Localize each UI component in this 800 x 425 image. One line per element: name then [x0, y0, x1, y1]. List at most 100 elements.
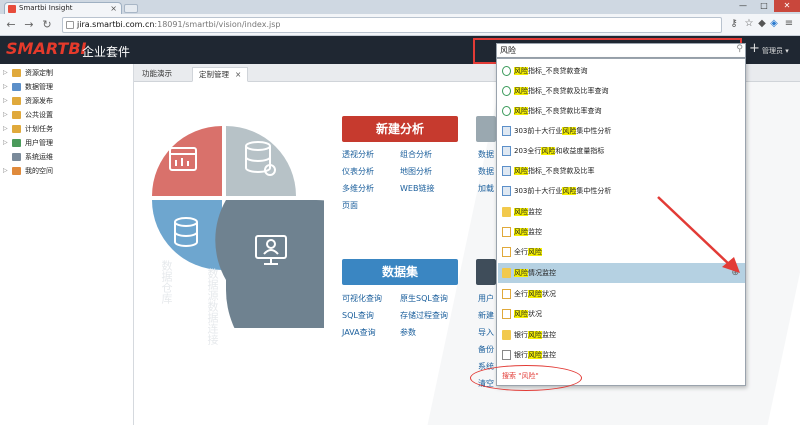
result-label: 风险状况	[514, 310, 542, 318]
link-col3-e[interactable]: 新建	[478, 310, 494, 321]
result-item[interactable]: 风险指标_不良贷款及比率	[498, 161, 745, 181]
tab-label: 定制管理	[199, 70, 229, 79]
link-col3-a[interactable]: 数据	[478, 149, 494, 160]
sidebar-item-label: 用户管理	[25, 139, 53, 147]
link-dashboard-analysis[interactable]: 仪表分析	[342, 166, 374, 177]
user-menu[interactable]: 管理员 ▾	[762, 46, 789, 56]
expand-icon[interactable]: ▷	[3, 81, 8, 93]
address-bar[interactable]: jira.smartbi.com.cn:18091/smartbi/vision…	[62, 17, 722, 33]
url-host: jira.smartbi.com.cn	[77, 20, 155, 29]
tab-close-icon[interactable]: ×	[110, 3, 117, 14]
system-icon	[12, 153, 21, 161]
page-icon	[502, 309, 511, 319]
link-map-analysis[interactable]: 地图分析	[400, 166, 432, 177]
result-label: 风险监控	[514, 208, 542, 216]
expand-icon[interactable]: ▷	[3, 123, 8, 135]
sidebar-item-resource-publish[interactable]: ▷ 资源发布	[0, 95, 133, 107]
link-col3-g[interactable]: 备份	[478, 344, 494, 355]
link-native-sql[interactable]: 原生SQL查询	[400, 293, 448, 304]
link-visual-query[interactable]: 可视化查询	[342, 293, 382, 304]
sidebar-item-user-manage[interactable]: ▷ 用户管理	[0, 137, 133, 149]
extension-icon[interactable]: ◆	[756, 17, 768, 31]
result-item[interactable]: 风险指标_不良贷款查询	[498, 61, 745, 81]
add-icon[interactable]: +	[749, 41, 760, 56]
sidebar-item-resource-custom[interactable]: ▷ 资源定制	[0, 67, 133, 79]
sidebar-item-my-space[interactable]: ▷ 我的空间	[0, 165, 133, 177]
result-item[interactable]: 银行风险监控	[498, 345, 745, 365]
link-olap-analysis[interactable]: 多维分析	[342, 183, 374, 194]
result-item[interactable]: 银行风险监控	[498, 325, 745, 345]
sidebar-item-system-ops[interactable]: 系统运维	[0, 151, 133, 163]
search-icon[interactable]: ⚲	[736, 43, 743, 56]
result-item[interactable]: 303前十大行业风险集中性分析	[498, 121, 745, 141]
tab-custom-manage[interactable]: 定制管理 ×	[192, 67, 249, 82]
maximize-button[interactable]: □	[754, 0, 774, 12]
folder-icon	[12, 69, 21, 77]
tab-close-icon[interactable]: ×	[235, 70, 241, 79]
new-analysis-button[interactable]: 新建分析	[342, 116, 458, 142]
dataset-button[interactable]: 数据集	[342, 259, 458, 285]
expand-icon[interactable]: ▷	[3, 137, 8, 149]
expand-icon[interactable]: ▷	[3, 109, 8, 121]
smartbi-logo: SMARTBI	[6, 39, 87, 58]
link-sql-query[interactable]: SQL查询	[342, 310, 374, 321]
link-col3-d[interactable]: 用户	[478, 293, 494, 304]
report-icon	[502, 166, 511, 176]
sidebar-item-schedule[interactable]: ▷ 计划任务	[0, 123, 133, 135]
sidebar-item-label: 资源发布	[25, 97, 53, 105]
sidebar-item-label: 数据管理	[25, 83, 53, 91]
sidebar-item-data-manage[interactable]: ▷ 数据管理	[0, 81, 133, 93]
key-icon[interactable]: ⚷	[728, 17, 740, 31]
link-stored-proc[interactable]: 存储过程查询	[400, 310, 448, 321]
search-input[interactable]: 风险 ⚲	[496, 43, 746, 58]
menu-icon[interactable]: ≡	[783, 17, 795, 31]
result-label: 风险情况监控	[514, 269, 556, 277]
reload-icon[interactable]: ↻	[40, 18, 54, 32]
result-item[interactable]: 风险指标_不良贷款比率查询	[498, 101, 745, 121]
browser-tab-title: Smartbi Insight	[19, 4, 73, 12]
result-label: 风险指标_不良贷款比率查询	[514, 107, 602, 115]
browser-title-bar: Smartbi Insight × — □ ✕	[0, 0, 800, 14]
expand-icon[interactable]: ▷	[3, 165, 8, 177]
suite-title: 企业套件	[82, 45, 131, 59]
expand-icon[interactable]: ▷	[3, 95, 8, 107]
back-icon[interactable]: ←	[4, 18, 18, 32]
result-item[interactable]: 风险状况	[498, 304, 745, 324]
result-label: 203全行风险和收益度量指标	[514, 147, 605, 155]
result-item[interactable]: 203全行风险和收益度量指标	[498, 141, 745, 161]
report-icon	[502, 126, 511, 136]
result-label: 风险监控	[514, 228, 542, 236]
browser-toolbar: ← → ↻ jira.smartbi.com.cn:18091/smartbi/…	[0, 14, 800, 36]
link-java-query[interactable]: JAVA查询	[342, 327, 376, 338]
forward-icon[interactable]: →	[22, 18, 36, 32]
result-label: 风险指标_不良贷款及比率	[514, 167, 595, 175]
link-pivot-analysis[interactable]: 透视分析	[342, 149, 374, 160]
new-tab-button[interactable]	[124, 4, 138, 13]
close-window-button[interactable]: ✕	[774, 0, 800, 12]
shield-icon[interactable]: ◈	[768, 17, 780, 31]
link-combo-analysis[interactable]: 组合分析	[400, 149, 432, 160]
query-icon	[502, 66, 511, 76]
result-item[interactable]: 风险指标_不良贷款及比率查询	[498, 81, 745, 101]
link-col3-f[interactable]: 导入	[478, 327, 494, 338]
search-all-highlight-oval	[470, 365, 582, 391]
link-col3-c[interactable]: 加载	[478, 183, 494, 194]
link-parameter[interactable]: 参数	[400, 327, 416, 338]
page-icon	[502, 247, 511, 257]
link-col3-b[interactable]: 数据	[478, 166, 494, 177]
bookmark-star-icon[interactable]: ☆	[743, 17, 755, 31]
system-button[interactable]	[476, 259, 496, 285]
browser-tab[interactable]: Smartbi Insight ×	[4, 2, 122, 14]
datasource-button[interactable]	[476, 116, 496, 142]
tab-feature-demo[interactable]: 功能演示	[136, 67, 178, 82]
result-item[interactable]: 全行风险状况	[498, 284, 745, 304]
sidebar-item-label: 我的空间	[25, 167, 53, 175]
link-page[interactable]: 页面	[342, 200, 358, 211]
settings-folder-icon	[12, 111, 21, 119]
url-path: :18091/smartbi/vision/index.jsp	[154, 20, 281, 29]
link-web-link[interactable]: WEB链接	[400, 183, 434, 194]
minimize-button[interactable]: —	[732, 0, 754, 12]
result-label: 303前十大行业风险集中性分析	[514, 127, 612, 135]
sidebar-item-public-settings[interactable]: ▷ 公共设置	[0, 109, 133, 121]
expand-icon[interactable]: ▷	[3, 67, 8, 79]
